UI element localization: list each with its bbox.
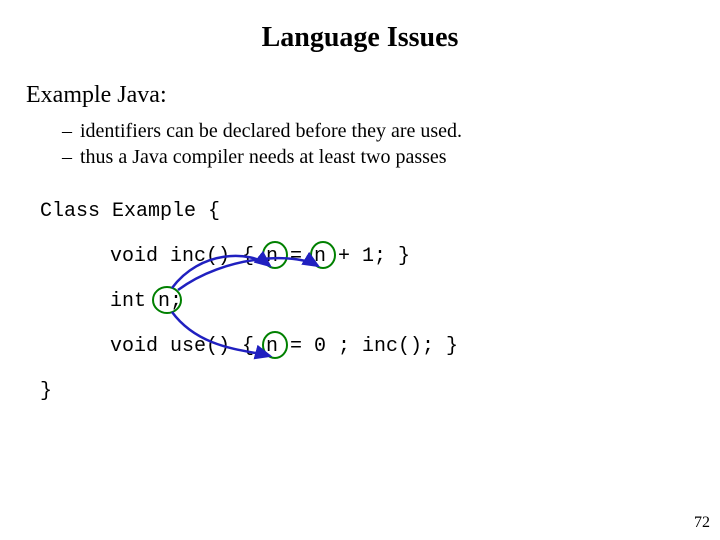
code-line-class-close: } — [40, 380, 52, 403]
bullet-text: thus a Java compiler needs at least two … — [80, 146, 447, 168]
slide-title: Language Issues — [0, 22, 720, 54]
code-line-use: void use() { n = 0 ; inc(); } — [110, 335, 458, 358]
bullet-list: –identifiers can be declared before they… — [62, 118, 462, 170]
bullet-item: –identifiers can be declared before they… — [62, 118, 462, 144]
bullet-text: identifiers can be declared before they … — [80, 120, 462, 142]
annotation-overlay — [0, 0, 720, 540]
bullet-item: –thus a Java compiler needs at least two… — [62, 144, 462, 170]
code-line-class-open: Class Example { — [40, 200, 220, 223]
slide: Language Issues Example Java: –identifie… — [0, 0, 720, 540]
page-number: 72 — [694, 514, 710, 532]
example-heading: Example Java: — [26, 82, 167, 109]
code-line-decl: int n; — [110, 290, 182, 313]
code-line-inc: void inc() { n = n + 1; } — [110, 245, 410, 268]
